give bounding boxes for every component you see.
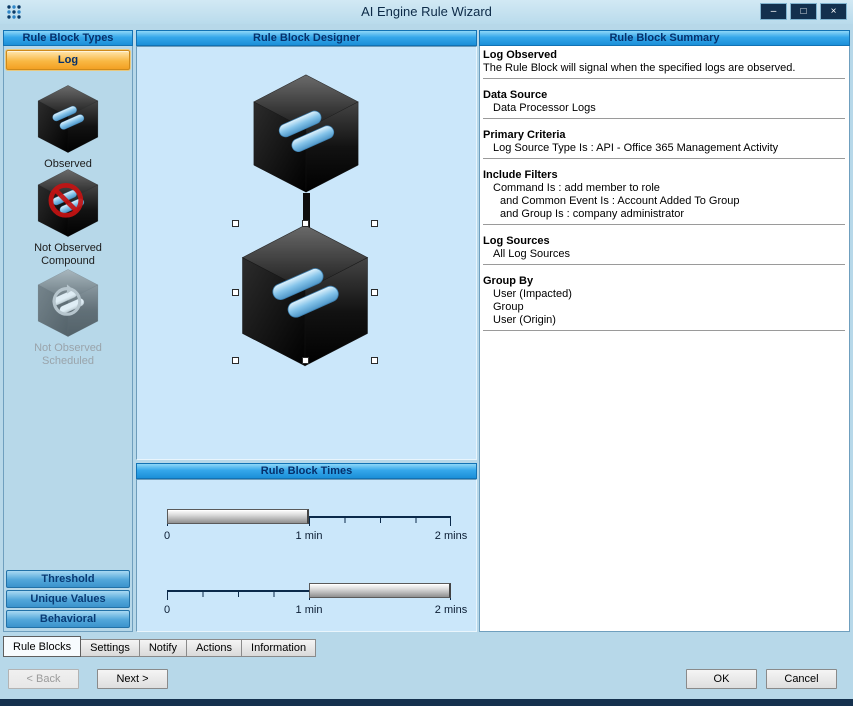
- back-button[interactable]: < Back: [8, 669, 79, 689]
- summary-section-title: Log Observed: [483, 49, 845, 62]
- title-bar[interactable]: AI Engine Rule Wizard – □ ×: [0, 0, 853, 24]
- rule-block-times-canvas: 0 1 min 2 mins 0 1 min 2 mins: [136, 479, 477, 632]
- type-observed[interactable]: Observed: [4, 84, 132, 171]
- summary-line: The Rule Block will signal when the spec…: [483, 62, 845, 75]
- summary-divider: [483, 330, 845, 331]
- slider-tick-label: 1 min: [296, 604, 323, 616]
- summary-section-title: Primary Criteria: [483, 129, 845, 142]
- summary-line: User (Impacted): [483, 288, 845, 301]
- minimize-button[interactable]: –: [760, 3, 787, 20]
- rule-block-times-header: Rule Block Times: [136, 463, 477, 479]
- slider-range-bar[interactable]: [309, 583, 451, 598]
- summary-divider: [483, 224, 845, 225]
- tab-information[interactable]: Information: [241, 639, 316, 657]
- designer-selected-block-icon[interactable]: [238, 223, 372, 368]
- selected-block[interactable]: [235, 223, 375, 361]
- summary-section-title: Group By: [483, 275, 845, 288]
- log-category-button[interactable]: Log: [6, 50, 130, 70]
- designer-block-icon[interactable]: [250, 73, 362, 194]
- rule-block-summary-panel: Rule Block Summary Log Observed The Rule…: [479, 30, 850, 632]
- summary-divider: [483, 118, 845, 119]
- tab-settings[interactable]: Settings: [80, 639, 140, 657]
- summary-line: and Common Event Is : Account Added To G…: [483, 195, 845, 208]
- summary-line: Log Source Type Is : API - Office 365 Ma…: [483, 142, 845, 155]
- next-button[interactable]: Next >: [97, 669, 168, 689]
- summary-line: User (Origin): [483, 314, 845, 327]
- summary-line: Data Processor Logs: [483, 102, 845, 115]
- summary-section-primary-criteria: Primary Criteria Log Source Type Is : AP…: [483, 129, 845, 159]
- rule-block-types-header: Rule Block Types: [3, 30, 133, 46]
- summary-divider: [483, 158, 845, 159]
- rule-block-types-panel: Rule Block Types Log Observed Not Observ…: [3, 30, 133, 632]
- selection-handle[interactable]: [302, 357, 309, 364]
- cube-not-observed-compound-icon: [36, 168, 100, 238]
- summary-section-data-source: Data Source Data Processor Logs: [483, 89, 845, 119]
- designer-column: Rule Block Designer Rule Block Times: [136, 30, 477, 632]
- selection-handle[interactable]: [302, 220, 309, 227]
- unique-values-category-button[interactable]: Unique Values: [6, 590, 130, 608]
- summary-section-include-filters: Include Filters Command Is : add member …: [483, 169, 845, 225]
- rule-block-summary-body: Log Observed The Rule Block will signal …: [479, 46, 850, 632]
- maximize-button[interactable]: □: [790, 3, 817, 20]
- summary-section-title: Data Source: [483, 89, 845, 102]
- summary-section-log-sources: Log Sources All Log Sources: [483, 235, 845, 265]
- rule-block-designer-canvas[interactable]: [136, 46, 477, 460]
- summary-section-group-by: Group By User (Impacted) Group User (Ori…: [483, 275, 845, 331]
- slider-tick-label: 1 min: [296, 530, 323, 542]
- slider-range-bar[interactable]: [167, 509, 309, 524]
- tab-actions[interactable]: Actions: [186, 639, 242, 657]
- selection-handle[interactable]: [371, 220, 378, 227]
- summary-line: and Group Is : company administrator: [483, 208, 845, 221]
- cube-observed-icon: [36, 84, 100, 154]
- threshold-category-button[interactable]: Threshold: [6, 570, 130, 588]
- selection-handle[interactable]: [232, 220, 239, 227]
- footer-button-row: < Back Next > OK Cancel: [0, 666, 853, 694]
- rule-block-designer-header: Rule Block Designer: [136, 30, 477, 46]
- window-title: AI Engine Rule Wizard: [0, 4, 853, 19]
- slider-tick-label: 2 mins: [435, 604, 467, 616]
- time-slider-1: 0 1 min 2 mins: [167, 502, 451, 548]
- selection-handle[interactable]: [232, 289, 239, 296]
- slider-tick-label: 2 mins: [435, 530, 467, 542]
- summary-section-title: Include Filters: [483, 169, 845, 182]
- window-controls: – □ ×: [760, 3, 847, 20]
- behavioral-category-button[interactable]: Behavioral: [6, 610, 130, 628]
- tab-bar: Rule Blocks Settings Notify Actions Info…: [3, 636, 316, 658]
- rule-block-types-body: Log Observed Not Observed Compound: [3, 46, 133, 632]
- slider-tick-label: 0: [164, 530, 170, 542]
- summary-line: Group: [483, 301, 845, 314]
- type-not-observed-compound-label: Not Observed Compound: [4, 242, 132, 268]
- cube-not-observed-scheduled-icon: [36, 268, 100, 338]
- summary-line: All Log Sources: [483, 248, 845, 261]
- selection-handle[interactable]: [232, 357, 239, 364]
- summary-line: Command Is : add member to role: [483, 182, 845, 195]
- summary-divider: [483, 264, 845, 265]
- tab-notify[interactable]: Notify: [139, 639, 187, 657]
- window-bottom-edge: [0, 699, 853, 706]
- tab-rule-blocks[interactable]: Rule Blocks: [3, 636, 81, 657]
- cancel-button[interactable]: Cancel: [766, 669, 837, 689]
- summary-divider: [483, 78, 845, 79]
- slider-tick-label: 0: [164, 604, 170, 616]
- ok-button[interactable]: OK: [686, 669, 757, 689]
- close-button[interactable]: ×: [820, 3, 847, 20]
- selection-handle[interactable]: [371, 289, 378, 296]
- type-not-observed-scheduled-label: Not Observed Scheduled: [4, 342, 132, 368]
- selection-handle[interactable]: [371, 357, 378, 364]
- summary-section-log-observed: Log Observed The Rule Block will signal …: [483, 49, 845, 79]
- type-not-observed-scheduled: Not Observed Scheduled: [4, 268, 132, 368]
- rule-block-summary-header: Rule Block Summary: [479, 30, 850, 46]
- time-slider-2: 0 1 min 2 mins: [167, 576, 451, 622]
- type-not-observed-compound[interactable]: Not Observed Compound: [4, 168, 132, 268]
- summary-section-title: Log Sources: [483, 235, 845, 248]
